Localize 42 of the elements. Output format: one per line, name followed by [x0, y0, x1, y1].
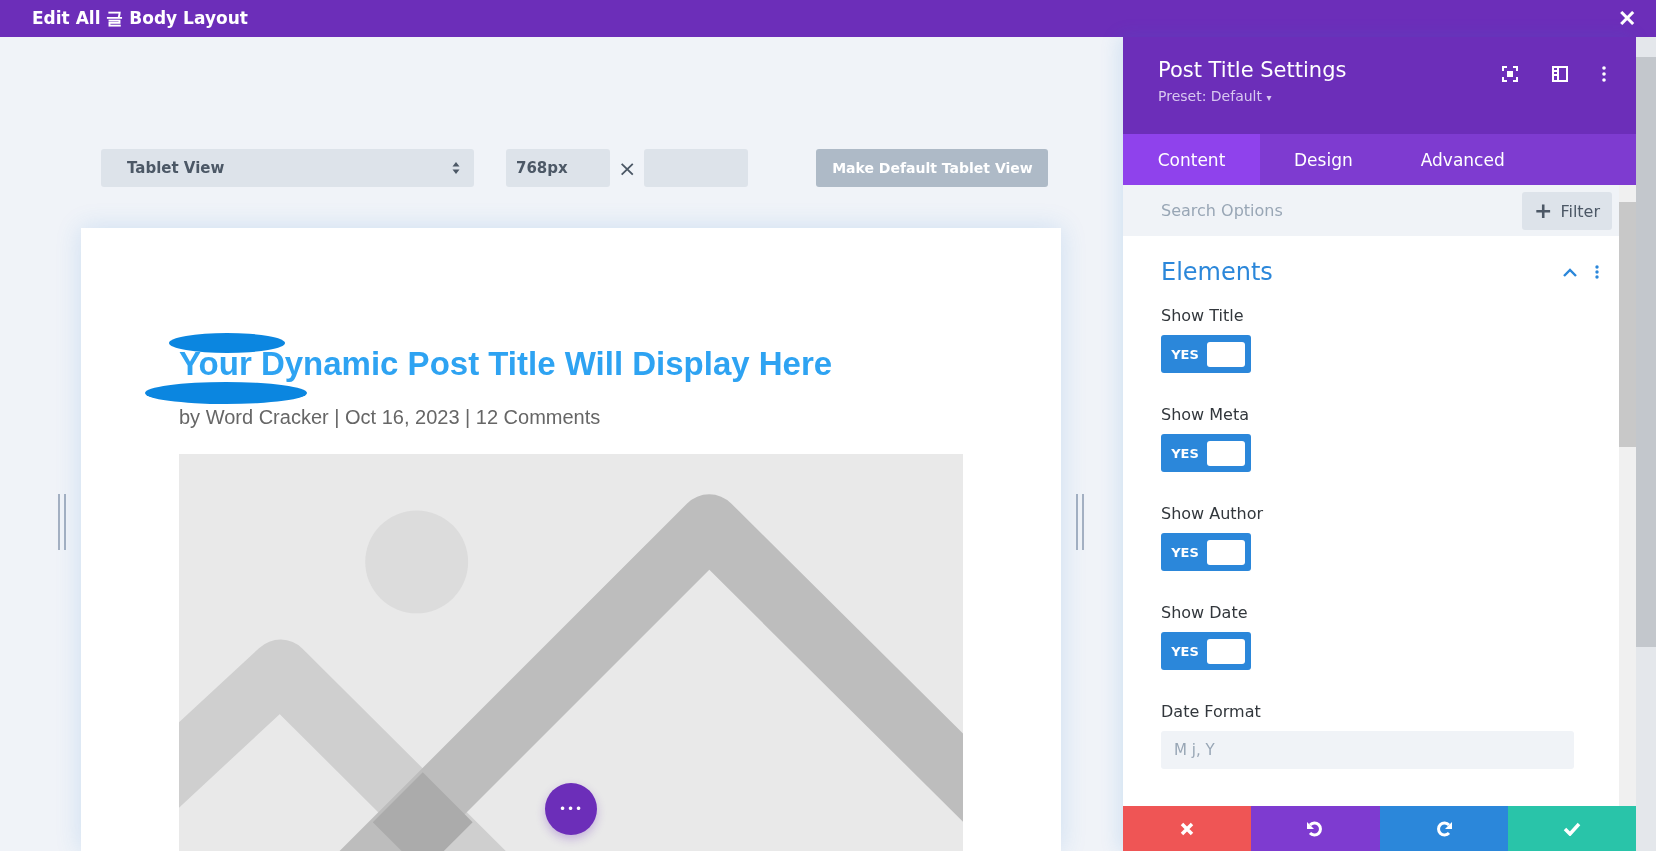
save-button[interactable]	[1507, 806, 1636, 851]
undo-icon	[1306, 819, 1325, 838]
scrollbar[interactable]	[1619, 185, 1636, 806]
field-label: Show Title	[1161, 306, 1245, 325]
view-select[interactable]: Tablet View	[101, 149, 474, 187]
resize-handle-icon[interactable]	[1075, 494, 1085, 550]
close-icon	[1180, 821, 1195, 836]
toggle-switch[interactable]: YES	[1161, 434, 1251, 472]
resize-handle-icon[interactable]	[57, 494, 67, 550]
field-label: Show Author	[1161, 504, 1265, 523]
toggle-switch[interactable]: YES	[1161, 632, 1251, 670]
field-label: Show Date	[1161, 603, 1249, 622]
sidebar-layout-icon[interactable]	[1552, 66, 1568, 82]
close-button[interactable]: ✕	[1618, 5, 1636, 32]
post-title: Your Dynamic Post Title Will Display Here	[179, 344, 834, 384]
toggle-switch[interactable]: YES	[1161, 533, 1251, 571]
scrollbar[interactable]	[1636, 37, 1656, 851]
date-format-field[interactable]: M j, Y	[1161, 731, 1574, 769]
panel-title: Post Title Settings	[1158, 58, 1348, 82]
width-field[interactable]: 768px	[506, 149, 610, 187]
panel-tab[interactable]: Advanced	[1386, 134, 1539, 185]
undo-button[interactable]	[1251, 806, 1380, 851]
chevron-icon[interactable]	[1563, 267, 1577, 277]
times-sign: ×	[618, 155, 637, 181]
focus-icon[interactable]	[1502, 66, 1518, 82]
window-title: Edit All 글 Body Layout	[32, 7, 248, 30]
toggle-switch[interactable]: YES	[1161, 335, 1251, 373]
more-options-icon[interactable]	[1602, 66, 1606, 82]
cancel-button[interactable]	[1123, 806, 1252, 851]
sort-arrows-icon	[452, 161, 460, 175]
post-meta: by Word Cracker | Oct 16, 2023 | 12 Comments	[179, 405, 602, 429]
check-icon	[1562, 821, 1581, 836]
field-label: Date Format	[1161, 702, 1262, 721]
panel-tab[interactable]: Content	[1123, 134, 1260, 185]
redo-button[interactable]	[1379, 806, 1508, 851]
panel-tab[interactable]: Design	[1260, 134, 1387, 185]
section-title: Elements	[1161, 258, 1274, 286]
redo-icon	[1434, 819, 1453, 838]
preset-dropdown[interactable]: Preset: Default ▾	[1158, 88, 1272, 104]
field-label: Show Meta	[1161, 405, 1250, 424]
filter-button[interactable]: + Filter	[1522, 192, 1612, 230]
more-options-icon[interactable]	[1595, 265, 1599, 279]
